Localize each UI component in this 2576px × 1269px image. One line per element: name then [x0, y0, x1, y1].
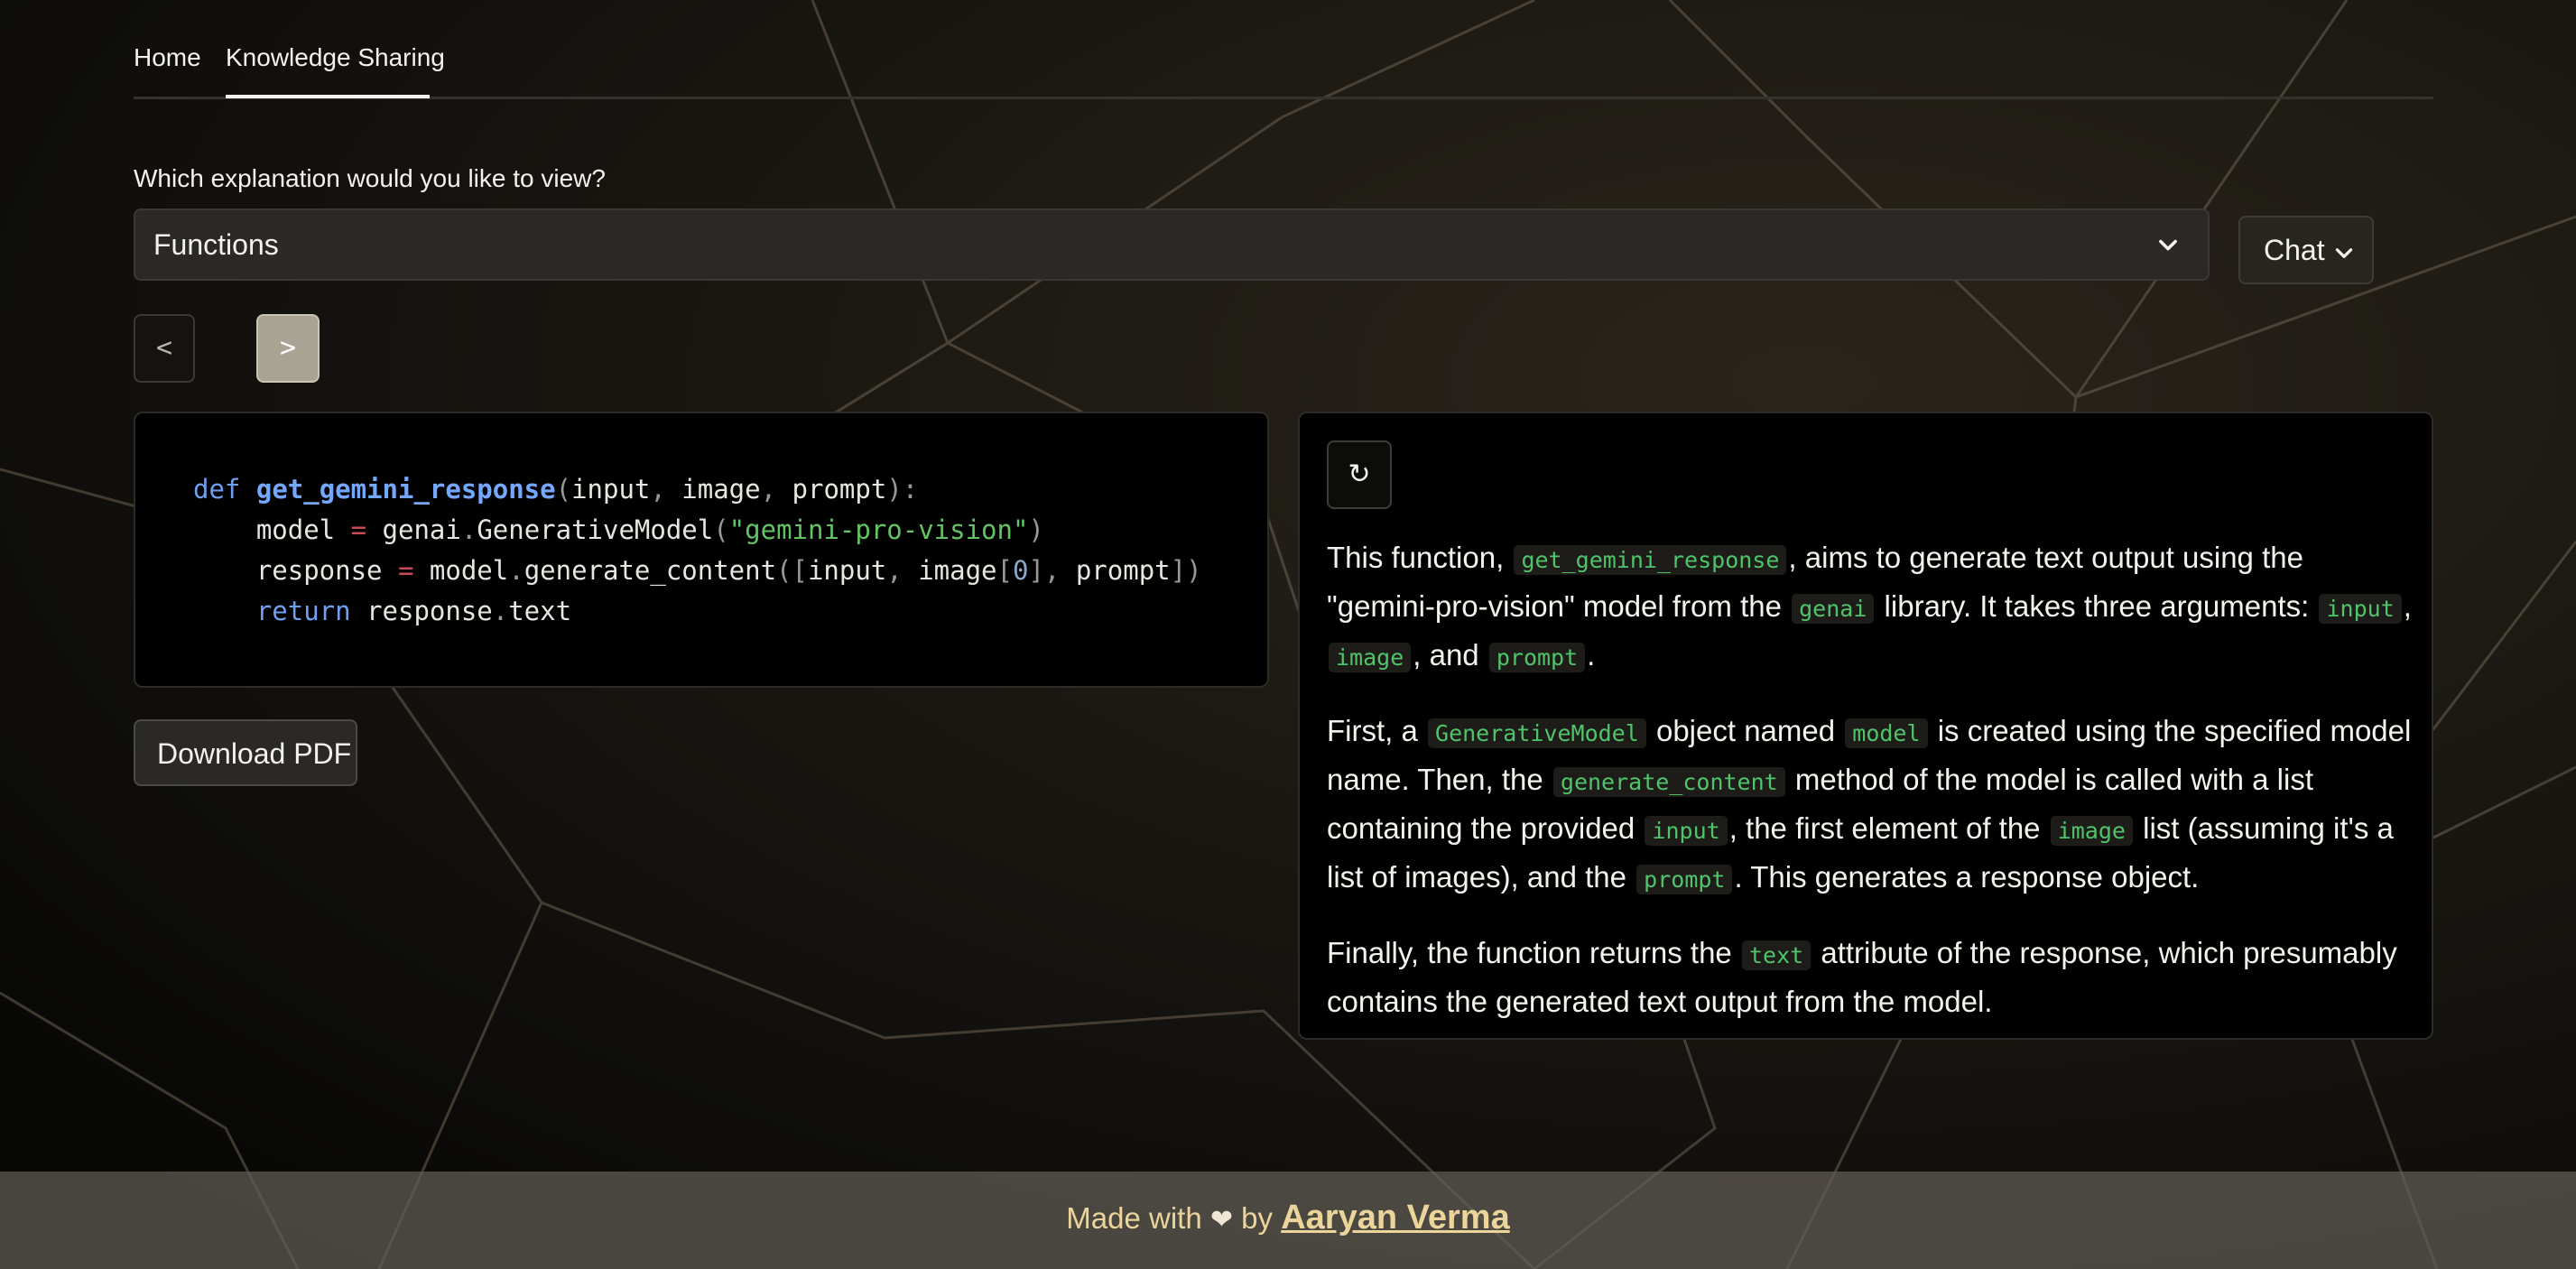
code-token: model	[255, 514, 351, 545]
text: object named	[1647, 714, 1844, 747]
select-label: Which explanation would you like to view…	[134, 164, 606, 192]
code-token: ]	[1028, 555, 1044, 586]
code-token: ,	[886, 555, 903, 586]
tab-knowledge-sharing[interactable]: Knowledge Sharing	[226, 43, 445, 72]
code-token: image	[902, 555, 997, 586]
code-token: ,	[1043, 555, 1061, 586]
explanation-text: This function, get_gemini_response, aims…	[1327, 534, 2419, 1051]
code-token: return	[255, 596, 351, 626]
chat-dropdown-button[interactable]: Chat	[2238, 216, 2374, 284]
code-token: =	[397, 555, 414, 586]
inline-code: input	[2319, 594, 2402, 624]
heart-icon: ❤	[1209, 1204, 1233, 1236]
text: First, a	[1327, 714, 1427, 747]
code-line-1: def get_gemini_response(input, image, pr…	[193, 469, 1202, 510]
code-token: )	[1028, 514, 1044, 545]
author-link[interactable]: Aaryan Verma	[1281, 1199, 1510, 1237]
code-token: (	[713, 514, 729, 545]
inline-code: text	[1741, 940, 1812, 970]
code-token: ])	[1170, 555, 1202, 586]
active-tab-indicator	[226, 95, 430, 98]
previous-label: <	[155, 332, 173, 364]
explanation-select[interactable]: Functions	[134, 208, 2210, 281]
code-token: response	[350, 596, 493, 626]
text: Finally, the function returns the	[1327, 936, 1740, 969]
next-button[interactable]: >	[256, 314, 320, 383]
explanation-select-value: Functions	[153, 228, 279, 261]
inline-code: genai	[1792, 594, 1875, 624]
code-token: ,	[650, 474, 666, 505]
inline-code: generate_content	[1552, 767, 1785, 797]
inline-code: image	[1329, 643, 1412, 672]
inline-code: GenerativeModel	[1428, 718, 1646, 748]
refresh-icon: ↻	[1348, 459, 1371, 489]
inline-code: model	[1845, 718, 1928, 748]
code-block: def get_gemini_response(input, image, pr…	[134, 412, 1269, 688]
code-token: input	[571, 474, 651, 505]
code-line-4: return response.text	[193, 591, 1202, 632]
made-with-text: Made with	[1066, 1201, 1202, 1235]
chat-label: Chat	[2264, 234, 2325, 266]
previous-button[interactable]: <	[134, 314, 195, 383]
footer: Made with ❤ by Aaryan Verma	[0, 1172, 2576, 1269]
code-token: .	[492, 596, 509, 626]
code-token: image	[665, 474, 761, 505]
text: . This generates a response object.	[1734, 860, 2200, 894]
code-token: (	[555, 474, 572, 505]
text: , the first element of the	[1728, 811, 2049, 845]
inline-code: get_gemini_response	[1514, 545, 1787, 575]
explanation-paragraph: First, a GenerativeModel object named mo…	[1327, 708, 2419, 903]
code-token: generate_content	[524, 555, 777, 586]
text: ,	[2403, 589, 2412, 623]
download-pdf-button[interactable]: Download PDF	[134, 719, 357, 786]
tab-home[interactable]: Home	[134, 43, 201, 72]
code-token: get_gemini_response	[255, 474, 556, 505]
next-label: >	[279, 332, 297, 364]
code-token: .	[508, 555, 524, 586]
code-token: [	[996, 555, 1013, 586]
explanation-panel: ↻ This function, get_gemini_response, ai…	[1298, 412, 2433, 1040]
code-token: GenerativeModel	[477, 514, 714, 545]
text: , and	[1413, 638, 1487, 672]
code-content: def get_gemini_response(input, image, pr…	[193, 469, 1202, 632]
inline-code: prompt	[1488, 643, 1586, 672]
by-text: by	[1241, 1201, 1274, 1235]
code-token: prompt	[1060, 555, 1171, 586]
nav-tabs: Home Knowledge Sharing	[134, 0, 2433, 99]
code-token: genai	[366, 514, 461, 545]
code-token: input	[807, 555, 887, 586]
code-token: ,	[760, 474, 777, 505]
code-token: =	[350, 514, 367, 545]
code-token: def	[193, 474, 241, 505]
code-token: ):	[886, 474, 919, 505]
code-token: "gemini-pro-vision"	[728, 514, 1029, 545]
explanation-paragraph: This function, get_gemini_response, aims…	[1327, 534, 2419, 681]
inline-code: input	[1645, 816, 1728, 846]
code-line-2: model = genai.GenerativeModel("gemini-pr…	[193, 510, 1202, 551]
code-token: .	[460, 514, 477, 545]
footer-credit: Made with ❤ by Aaryan Verma	[0, 1199, 2576, 1237]
code-token: 0	[1012, 555, 1029, 586]
text: .	[1587, 638, 1596, 672]
chevron-down-icon	[2335, 248, 2353, 258]
code-token: ([	[776, 555, 808, 586]
text: library. It takes three arguments:	[1876, 589, 2318, 623]
code-line-3: response = model.generate_content([input…	[193, 551, 1202, 591]
code-token: response	[255, 555, 398, 586]
refresh-button[interactable]: ↻	[1327, 440, 1392, 509]
code-token: text	[508, 596, 572, 626]
chevron-down-icon	[2159, 239, 2177, 251]
inline-code: image	[2050, 816, 2133, 846]
inline-code: prompt	[1636, 865, 1733, 894]
text: This function,	[1327, 541, 1513, 574]
explanation-paragraph: Finally, the function returns the text a…	[1327, 930, 2419, 1024]
code-token: prompt	[776, 474, 887, 505]
download-pdf-label: Download PDF	[157, 737, 352, 770]
code-token: model	[413, 555, 509, 586]
